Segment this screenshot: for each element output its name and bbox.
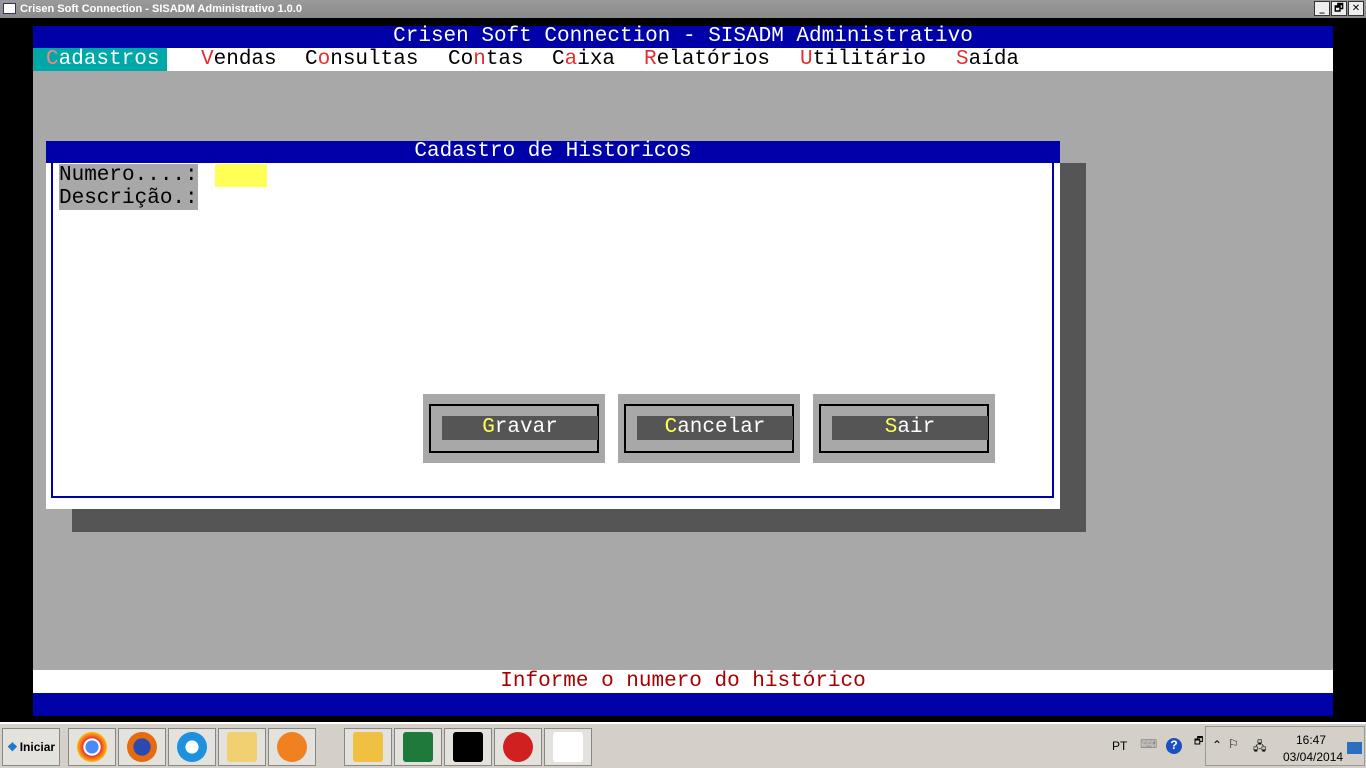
status-message: Informe o numero do histórico <box>33 670 1333 693</box>
clock-time[interactable]: 16:47 <box>1296 733 1326 747</box>
menu-item-vendas[interactable]: Vendas <box>201 48 277 71</box>
menu-item-relatorios[interactable]: Relatórios <box>644 48 770 71</box>
menu-label-part: endas <box>213 48 277 71</box>
hotkey: S <box>884 416 898 439</box>
taskbar-chrome-button[interactable] <box>68 728 116 766</box>
hotkey: G <box>482 416 495 439</box>
start-label: Iniciar <box>19 740 56 754</box>
menu-label-part: tas <box>485 48 524 71</box>
console-area: Crisen Soft Connection - SISADM Administ… <box>33 26 1333 716</box>
menu-hotkey: n <box>473 48 486 71</box>
hotkey: C <box>664 416 678 439</box>
taskbar-ccleaner-button[interactable] <box>494 728 542 766</box>
taskbar: ❖ Iniciar PT ⌨ ? 🗗 ⌃ ⚐ 🖧 16:47 03/04/2014 <box>0 722 1366 768</box>
menu-hotkey: V <box>201 48 214 71</box>
media-player-icon <box>277 732 307 762</box>
button-label: ancelar <box>677 416 766 439</box>
taskbar-command-prompt-button[interactable] <box>444 728 492 766</box>
command-prompt-icon <box>453 732 483 762</box>
app-header: Crisen Soft Connection - SISADM Administ… <box>33 26 1333 48</box>
excel-icon <box>403 732 433 762</box>
help-icon[interactable]: ? <box>1166 738 1182 754</box>
ccleaner-icon <box>503 732 533 762</box>
menu-label-part: C <box>552 48 565 71</box>
menu-item-cadastros[interactable]: Cadastros <box>33 48 168 71</box>
menu-label-part: tilitário <box>812 48 927 71</box>
show-desktop-icon[interactable] <box>1347 742 1362 754</box>
menu-label-part: ixa <box>577 48 616 71</box>
taskbar-internet-explorer-button[interactable] <box>168 728 216 766</box>
main-menu: Cadastros Vendas Consultas Contas Caixa Relat… <box>33 48 1333 71</box>
menu-item-contas[interactable]: Contas <box>448 48 524 71</box>
menu-item-caixa[interactable]: Caixa <box>552 48 615 71</box>
cadastro-dialog: Numero....: Descrição.: Gravar Cancelar … <box>46 163 1060 509</box>
toolbar-expand-icon[interactable]: 🗗 <box>1194 734 1203 751</box>
taskbar-firefox-button[interactable] <box>118 728 166 766</box>
windows-logo-icon: ❖ <box>6 740 18 754</box>
close-button[interactable]: ✕ <box>1348 1 1364 16</box>
button-label: air <box>897 416 936 439</box>
start-button[interactable]: ❖ Iniciar <box>2 728 60 766</box>
keyboard-icon[interactable]: ⌨ <box>1140 737 1157 751</box>
numero-label: Numero....: <box>59 164 198 187</box>
menu-hotkey: o <box>317 48 331 71</box>
clock-date[interactable]: 03/04/2014 <box>1283 750 1343 764</box>
numero-input[interactable] <box>215 164 267 187</box>
show-hidden-icons[interactable]: ⌃ <box>1212 738 1222 752</box>
taskbar-file-explorer-button[interactable] <box>218 728 266 766</box>
taskbar-outlook-button[interactable] <box>344 728 392 766</box>
menu-label-part: C <box>305 48 318 71</box>
menu-item-consultas[interactable]: Consultas <box>305 48 418 71</box>
cancelar-button[interactable]: Cancelar <box>618 394 800 463</box>
menu-hotkey: U <box>800 48 813 71</box>
network-icon[interactable]: 🖧 <box>1253 737 1266 758</box>
bottom-bar <box>33 693 1333 716</box>
outlook-icon <box>353 732 383 762</box>
gravar-button[interactable]: Gravar <box>423 394 605 463</box>
descricao-label: Descrição.: <box>59 187 198 210</box>
taskbar-excel-button[interactable] <box>394 728 442 766</box>
menu-hotkey: a <box>564 48 578 71</box>
button-label: ravar <box>494 416 558 439</box>
menu-label-part: aída <box>968 48 1020 71</box>
document-icon <box>553 732 583 762</box>
menu-label-part: Co <box>448 48 474 71</box>
menu-label-part: nsultas <box>330 48 419 71</box>
app-icon <box>3 3 16 14</box>
dialog-title: Cadastro de Historicos <box>46 141 1060 163</box>
menu-label-part: adastros <box>58 48 160 71</box>
file-explorer-icon <box>227 732 257 762</box>
menu-hotkey: S <box>956 48 969 71</box>
internet-explorer-icon <box>177 732 207 762</box>
menu-item-saida[interactable]: Saída <box>956 48 1019 71</box>
chrome-icon <box>77 732 107 762</box>
window-titlebar: Crisen Soft Connection - SISADM Administ… <box>0 0 1366 18</box>
window-title: Crisen Soft Connection - SISADM Administ… <box>20 3 302 15</box>
menu-label-part: elatórios <box>656 48 771 71</box>
action-center-flag-icon[interactable]: ⚐ <box>1228 737 1239 751</box>
menu-hotkey: C <box>46 48 59 71</box>
language-indicator[interactable]: PT <box>1112 739 1127 753</box>
firefox-icon <box>127 732 157 762</box>
taskbar-document-button[interactable] <box>544 728 592 766</box>
restore-button[interactable]: 🗗 <box>1331 1 1347 16</box>
menu-hotkey: R <box>644 48 657 71</box>
sair-button[interactable]: Sair <box>813 394 995 463</box>
menu-item-utilitario[interactable]: Utilitário <box>800 48 926 71</box>
taskbar-media-player-button[interactable] <box>268 728 316 766</box>
minimize-button[interactable]: _ <box>1314 1 1330 16</box>
